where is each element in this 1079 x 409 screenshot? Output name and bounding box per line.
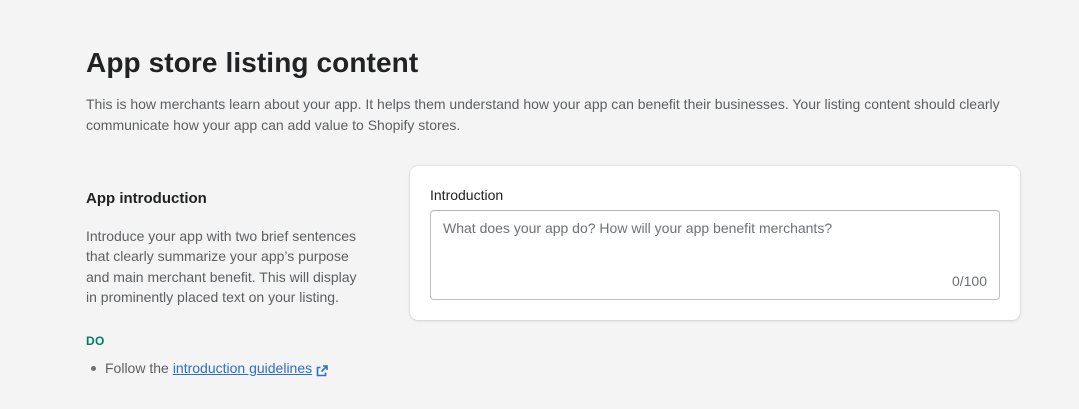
guideline-list: Follow the introduction guidelines	[86, 358, 328, 378]
character-count: 0/100	[951, 273, 987, 289]
section-description: Introduce your app with two brief senten…	[86, 228, 357, 305]
guideline-item: Follow the introduction guidelines	[86, 358, 328, 378]
page-description: This is how merchants learn about your a…	[86, 96, 1000, 133]
bullet-icon	[91, 365, 96, 371]
introduction-card: Introduction 0/100	[410, 166, 1020, 320]
introduction-label: Introduction	[430, 187, 504, 203]
introduction-guidelines-link[interactable]: introduction guidelines	[173, 358, 312, 378]
page-title: App store listing content	[86, 47, 419, 78]
section-title: App introduction	[86, 190, 207, 207]
do-label: DO	[86, 334, 105, 348]
external-link-icon[interactable]	[316, 362, 328, 377]
introduction-textarea-box[interactable]: 0/100	[430, 210, 1000, 300]
introduction-textarea[interactable]	[431, 211, 999, 271]
guideline-prefix: Follow the	[105, 360, 169, 376]
